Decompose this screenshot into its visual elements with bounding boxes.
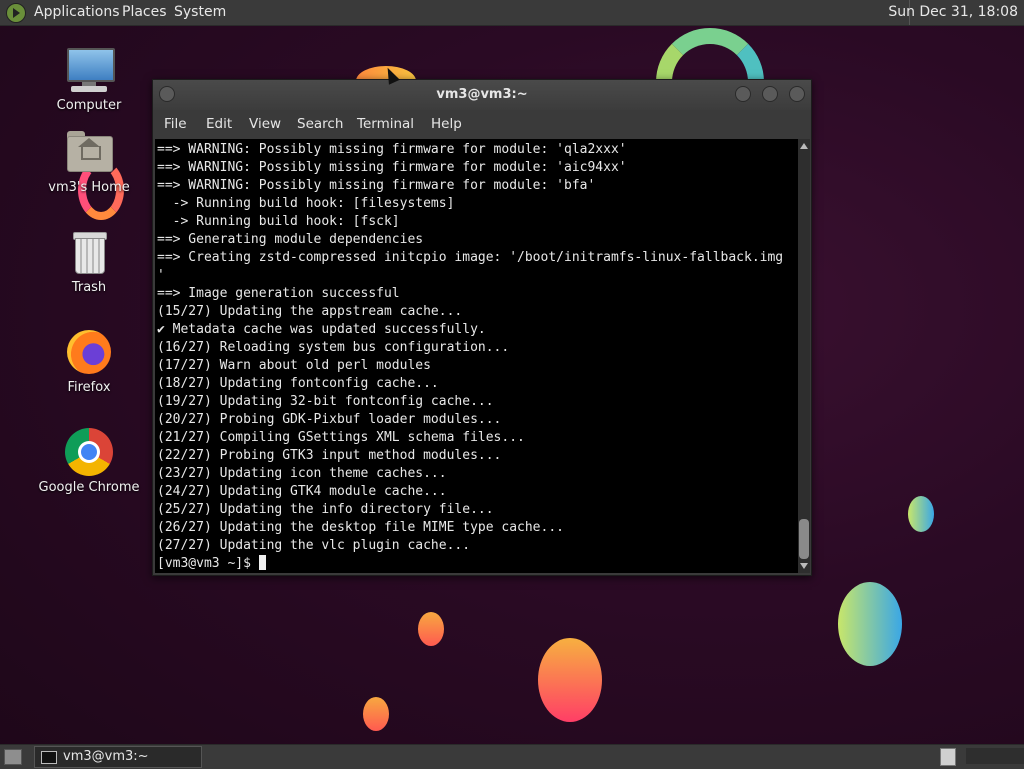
- terminal-line: (19/27) Updating 32-bit fontconfig cache…: [157, 394, 494, 409]
- bottom-panel: vm3@vm3:~: [0, 744, 1024, 769]
- desktop-icon-firefox[interactable]: Firefox: [34, 328, 144, 395]
- terminal-icon: [41, 751, 57, 764]
- terminal-line: (16/27) Reloading system bus configurati…: [157, 340, 510, 355]
- menu-edit[interactable]: Edit: [206, 110, 232, 138]
- top-panel: Applications Places System Sun Dec 31, 1…: [0, 0, 1024, 26]
- firefox-icon: [65, 328, 113, 376]
- show-desktop-icon[interactable]: [4, 749, 22, 765]
- terminal-line: ==> Creating zstd-compressed initcpio im…: [157, 250, 784, 265]
- desktop-icon-trash[interactable]: Trash: [34, 228, 144, 295]
- wallpaper-blob: [418, 612, 444, 646]
- workspace-1[interactable]: [940, 748, 956, 766]
- clock[interactable]: Sun Dec 31, 18:08: [888, 0, 1018, 25]
- menu-search[interactable]: Search: [297, 110, 343, 138]
- terminal-line: (26/27) Updating the desktop file MIME t…: [157, 520, 564, 535]
- desktop-icon-computer[interactable]: Computer: [34, 46, 144, 113]
- terminal-line: ==> Generating module dependencies: [157, 232, 424, 247]
- terminal-line: (25/27) Updating the info directory file…: [157, 502, 494, 517]
- window-title: vm3@vm3:~: [436, 87, 528, 102]
- scrollbar-thumb[interactable]: [799, 519, 809, 559]
- desktop-icon-label: Computer: [56, 98, 122, 113]
- home-folder-icon: [65, 128, 113, 176]
- wallpaper-blob: [363, 697, 389, 731]
- terminal-line: (17/27) Warn about old perl modules: [157, 358, 431, 373]
- terminal-line: (22/27) Probing GTK3 input method module…: [157, 448, 502, 463]
- terminal-line: (20/27) Probing GDK-Pixbuf loader module…: [157, 412, 502, 427]
- scroll-down-arrow-icon[interactable]: [800, 563, 808, 569]
- chrome-icon: [65, 428, 113, 476]
- terminal-line: ==> WARNING: Possibly missing firmware f…: [157, 160, 627, 175]
- window-titlebar[interactable]: vm3@vm3:~: [153, 80, 811, 110]
- terminal-line: ✔ Metadata cache was updated successfull…: [157, 322, 486, 337]
- text-cursor: [258, 555, 266, 570]
- taskbar-window-label: vm3@vm3:~: [63, 749, 149, 764]
- terminal-menubar: File Edit View Search Terminal Help: [153, 110, 811, 138]
- taskbar-window-button[interactable]: vm3@vm3:~: [34, 746, 202, 768]
- wallpaper-blob: [538, 638, 602, 722]
- menu-applications[interactable]: Applications: [34, 0, 120, 25]
- desktop-icon-label: vm3's Home: [48, 180, 130, 195]
- wallpaper-blob: [908, 496, 934, 532]
- terminal-scrollbar[interactable]: [798, 139, 810, 573]
- wallpaper-blob: [838, 582, 902, 666]
- terminal-line: (15/27) Updating the appstream cache...: [157, 304, 463, 319]
- close-button[interactable]: [789, 86, 805, 102]
- terminal-window[interactable]: vm3@vm3:~ File Edit View Search Terminal…: [152, 79, 812, 576]
- workspace-2[interactable]: [966, 748, 1024, 764]
- trash-icon: [65, 228, 113, 276]
- terminal-line: (27/27) Updating the vlc plugin cache...: [157, 538, 471, 553]
- terminal-line: -> Running build hook: [filesystems]: [157, 196, 455, 211]
- terminal-line: (24/27) Updating GTK4 module cache...: [157, 484, 447, 499]
- distro-logo-icon[interactable]: [6, 3, 26, 23]
- menu-places[interactable]: Places: [122, 0, 167, 25]
- scroll-up-arrow-icon[interactable]: [800, 143, 808, 149]
- terminal-line: (18/27) Updating fontconfig cache...: [157, 376, 439, 391]
- maximize-button[interactable]: [762, 86, 778, 102]
- desktop-icon-home[interactable]: vm3's Home: [34, 128, 144, 195]
- terminal-line: ==> WARNING: Possibly missing firmware f…: [157, 178, 596, 193]
- desktop-icon-label: Trash: [71, 280, 107, 295]
- terminal-line: ==> WARNING: Possibly missing firmware f…: [157, 142, 627, 157]
- terminal-line: (23/27) Updating icon theme caches...: [157, 466, 447, 481]
- desktop-icon-label: Firefox: [67, 380, 111, 395]
- terminal-line: (21/27) Compiling GSettings XML schema f…: [157, 430, 525, 445]
- minimize-button[interactable]: [735, 86, 751, 102]
- desktop-icon-label: Google Chrome: [38, 480, 140, 495]
- menu-help[interactable]: Help: [431, 110, 462, 138]
- menu-view[interactable]: View: [249, 110, 281, 138]
- menu-system[interactable]: System: [174, 0, 226, 25]
- shell-prompt: [vm3@vm3 ~]$: [157, 556, 259, 571]
- menu-file[interactable]: File: [164, 110, 187, 138]
- computer-icon: [65, 46, 115, 94]
- terminal-line: -> Running build hook: [fsck]: [157, 214, 400, 229]
- menu-terminal[interactable]: Terminal: [357, 110, 414, 138]
- desktop-icon-chrome[interactable]: Google Chrome: [34, 428, 144, 495]
- terminal-output[interactable]: ==> WARNING: Possibly missing firmware f…: [155, 139, 798, 573]
- terminal-line: ==> Image generation successful: [157, 286, 400, 301]
- terminal-line: ': [157, 268, 165, 283]
